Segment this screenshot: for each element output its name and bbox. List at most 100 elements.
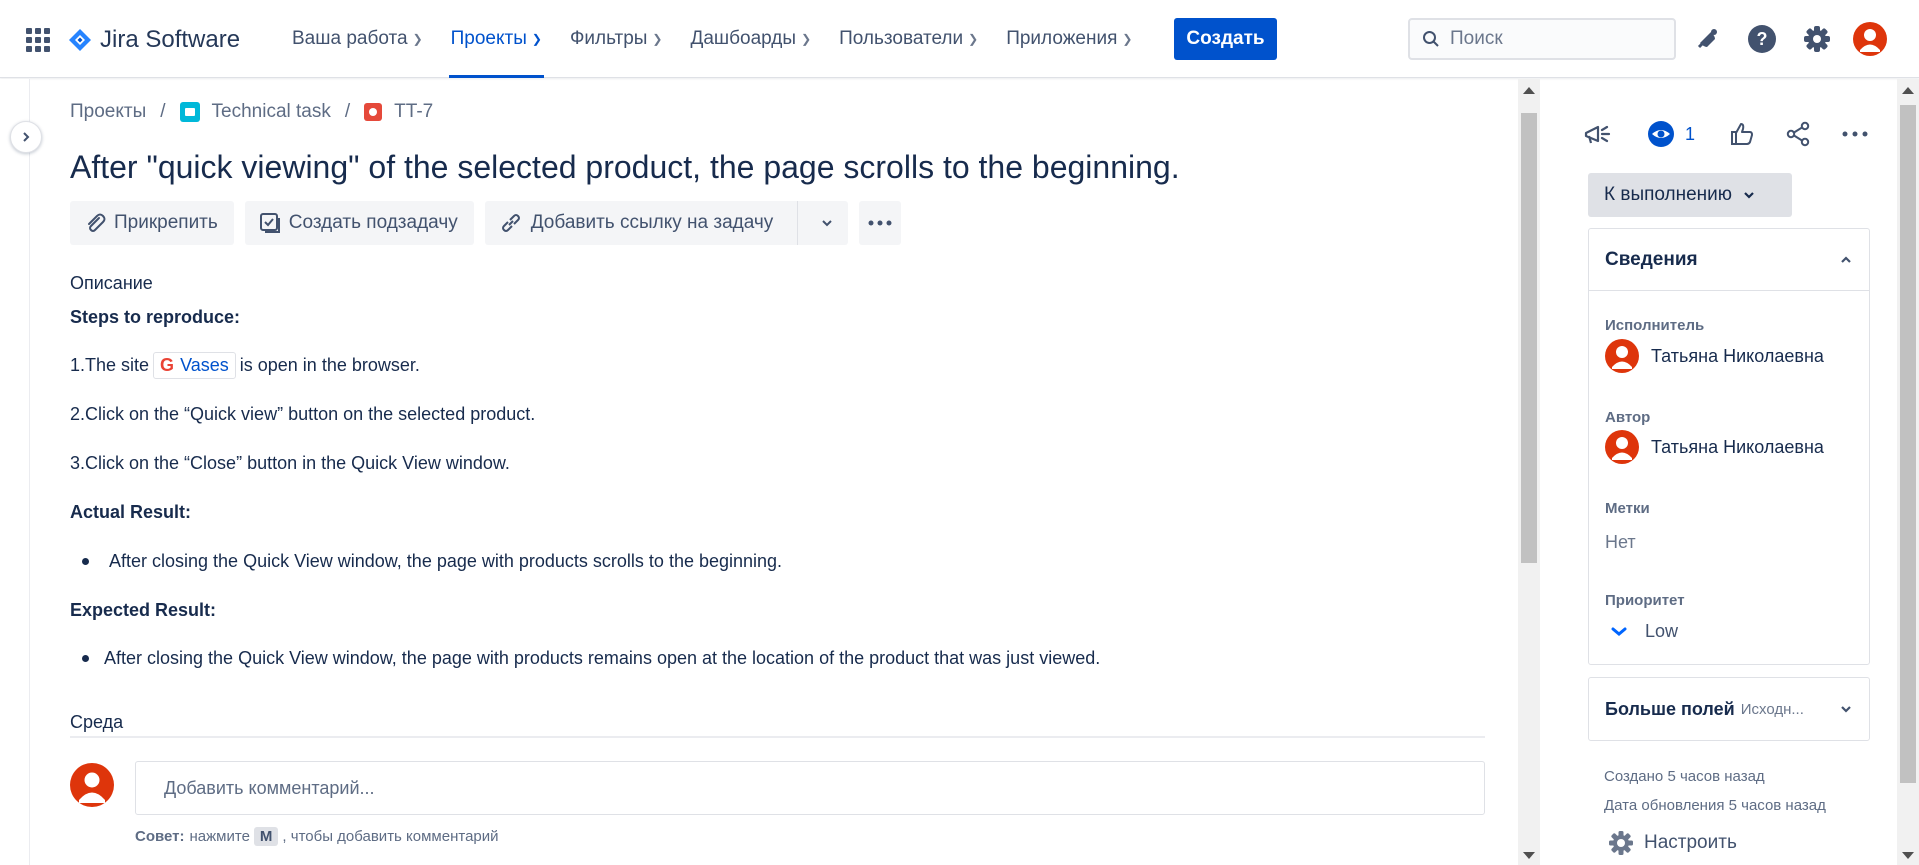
jira-logo-icon bbox=[69, 29, 91, 51]
attach-button[interactable]: Прикрепить bbox=[70, 201, 234, 245]
breadcrumb: Проекты / Technical task / TT-7 bbox=[70, 101, 433, 123]
main-nav: Ваша работа ❯ Проекты ❯ Фильтры ❯ Дашбоарды… bbox=[290, 0, 1158, 78]
chevron-down-icon bbox=[1744, 192, 1754, 199]
more-icon[interactable] bbox=[1842, 117, 1868, 151]
bullet-dot bbox=[82, 655, 89, 662]
breadcrumb-projects[interactable]: Проекты bbox=[70, 101, 146, 123]
priority-field[interactable]: Low bbox=[1605, 621, 1678, 642]
main-scrollbar[interactable] bbox=[1518, 79, 1540, 865]
thumbs-up-icon[interactable] bbox=[1729, 117, 1755, 151]
nav-apps[interactable]: Приложения ❯ bbox=[1004, 0, 1134, 78]
paperclip-icon bbox=[88, 213, 106, 232]
nav-label: Фильтры bbox=[569, 28, 648, 49]
priority-value: Low bbox=[1645, 621, 1679, 641]
breadcrumb-project[interactable]: Technical task bbox=[212, 101, 331, 123]
nav-your-work[interactable]: Ваша работа ❯ bbox=[290, 0, 425, 78]
link-issue-label: Добавить ссылку на задачу bbox=[530, 212, 774, 233]
notifications-icon[interactable] bbox=[1690, 22, 1724, 56]
issue-title[interactable]: After "quick viewing" of the selected pr… bbox=[70, 149, 1180, 186]
actual-result-text: After closing the Quick View window, the… bbox=[109, 551, 783, 571]
nav-dashboards[interactable]: Дашбоарды ❯ bbox=[688, 0, 813, 78]
scroll-up-icon[interactable] bbox=[1902, 87, 1914, 94]
details-title: Сведения bbox=[1605, 248, 1698, 270]
link-issue-button[interactable]: Добавить ссылку на задачу bbox=[484, 201, 849, 245]
more-actions-button[interactable] bbox=[859, 201, 902, 245]
actual-result-item: After closing the Quick View window, the… bbox=[82, 551, 782, 572]
more-icon bbox=[868, 220, 892, 226]
share-icon[interactable] bbox=[1785, 117, 1811, 151]
status-button[interactable]: К выполнению bbox=[1588, 173, 1792, 217]
keyboard-shortcut: M bbox=[253, 827, 279, 846]
sidebar-scrollbar[interactable] bbox=[1897, 79, 1919, 865]
bullet-dot bbox=[82, 558, 89, 565]
chevron-right-icon bbox=[23, 132, 30, 142]
announcement-icon[interactable] bbox=[1583, 117, 1613, 151]
nav-people[interactable]: Пользователи ❯ bbox=[837, 0, 980, 78]
watch-count: 1 bbox=[1685, 123, 1696, 144]
nav-label: Проекты bbox=[450, 28, 527, 49]
step-1: 1.The site G Vases is open in the browse… bbox=[70, 352, 420, 379]
chevron-down-icon bbox=[1841, 706, 1851, 713]
step-2: 2.Click on the “Quick view” button on th… bbox=[70, 404, 536, 424]
jira-logo[interactable]: Jira Software bbox=[68, 26, 240, 54]
tip-label: Совет: bbox=[135, 828, 185, 845]
subtask-label: Создать подзадачу bbox=[288, 212, 458, 233]
avatar[interactable] bbox=[1853, 22, 1887, 56]
divider bbox=[70, 736, 1485, 738]
search-icon bbox=[1423, 31, 1439, 47]
create-subtask-button[interactable]: Создать подзадачу bbox=[244, 201, 474, 245]
scroll-down-icon[interactable] bbox=[1902, 852, 1914, 859]
status-label: К выполнению bbox=[1604, 184, 1733, 205]
vases-link-label: Vases bbox=[180, 355, 229, 375]
details-header[interactable]: Сведения bbox=[1589, 229, 1869, 291]
eye-icon bbox=[1648, 121, 1674, 147]
nav-label: Приложения bbox=[1006, 28, 1118, 49]
assignee-label: Исполнитель bbox=[1605, 317, 1705, 334]
expand-sidebar-button[interactable] bbox=[10, 121, 42, 153]
tip-text-before: нажмите bbox=[189, 828, 250, 845]
expected-result-text: After closing the Quick View window, the… bbox=[104, 648, 1101, 668]
nav-filters[interactable]: Фильтры ❯ bbox=[568, 0, 665, 78]
step-1-suffix: is open in the browser. bbox=[239, 355, 420, 375]
assignee-field[interactable]: Татьяна Николаевна bbox=[1605, 339, 1824, 373]
scroll-up-icon[interactable] bbox=[1523, 87, 1535, 94]
reporter-field[interactable]: Татьяна Николаевна bbox=[1605, 430, 1824, 464]
created-time: Создано 5 часов назад bbox=[1604, 768, 1765, 785]
watch-button[interactable]: 1 bbox=[1647, 117, 1695, 151]
vases-link[interactable]: G Vases bbox=[153, 352, 236, 379]
avatar bbox=[70, 763, 114, 807]
attach-label: Прикрепить bbox=[114, 212, 218, 233]
updated-time: Дата обновления 5 часов назад bbox=[1604, 797, 1826, 814]
details-panel: Сведения Исполнитель Татьяна Николаевна … bbox=[1588, 228, 1870, 665]
issue-actions: Прикрепить Создать подзадачу Добавить сс… bbox=[70, 201, 902, 245]
scrollbar-thumb[interactable] bbox=[1900, 105, 1916, 783]
more-fields-title: Больше полей bbox=[1605, 698, 1735, 719]
create-button[interactable]: Создать bbox=[1174, 18, 1277, 60]
scrollbar-thumb[interactable] bbox=[1521, 113, 1537, 563]
gear-icon bbox=[1609, 831, 1633, 855]
actual-result-heading: Actual Result: bbox=[70, 502, 192, 522]
reporter-name: Татьяна Николаевна bbox=[1651, 436, 1824, 457]
tip-text-after: , чтобы добавить комментарий bbox=[282, 828, 499, 845]
breadcrumb-issue-key[interactable]: TT-7 bbox=[394, 101, 433, 123]
comment-input[interactable]: Добавить комментарий... bbox=[135, 761, 1485, 815]
link-icon bbox=[501, 214, 520, 232]
configure-button[interactable]: Настроить bbox=[1608, 830, 1737, 856]
help-icon[interactable]: ? bbox=[1745, 22, 1779, 56]
nav-label: Дашбоарды bbox=[690, 28, 797, 49]
step-3: 3.Click on the “Close” button in the Qui… bbox=[70, 453, 510, 473]
expected-result-item: After closing the Quick View window, the… bbox=[82, 648, 1100, 669]
avatar bbox=[1605, 430, 1639, 464]
scroll-down-icon[interactable] bbox=[1523, 852, 1535, 859]
more-fields-section[interactable]: Больше полей Исходн... bbox=[1588, 677, 1870, 741]
svg-text:?: ? bbox=[1757, 29, 1768, 49]
environment-label: Среда bbox=[70, 712, 124, 732]
search-input[interactable]: Поиск bbox=[1408, 18, 1676, 60]
app-switcher-icon[interactable] bbox=[26, 28, 50, 52]
settings-icon[interactable] bbox=[1800, 22, 1834, 56]
steps-heading: Steps to reproduce: bbox=[70, 307, 241, 327]
labels-value[interactable]: Нет bbox=[1605, 532, 1636, 553]
labels-label: Метки bbox=[1605, 500, 1650, 517]
nav-projects[interactable]: Проекты ❯ bbox=[448, 0, 545, 78]
link-dropdown-button[interactable] bbox=[806, 201, 848, 245]
